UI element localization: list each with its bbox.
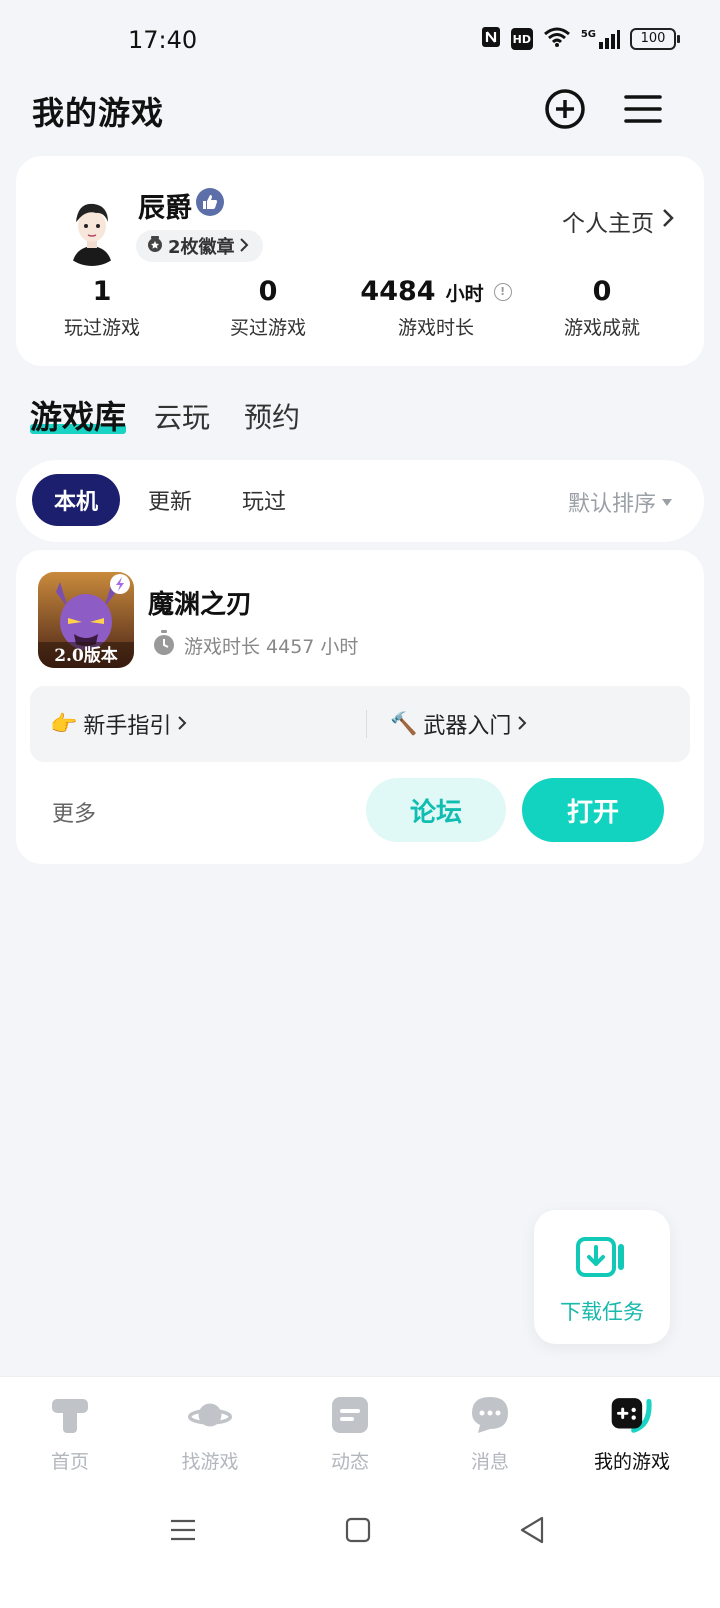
stat-number: 0 xyxy=(592,276,612,307)
profile-card: 辰爵 2枚徽章 个人主页 1 玩过游戏 0 买过游戏 4484 小时 ! 游戏时… xyxy=(16,156,704,366)
wifi-icon xyxy=(543,26,571,52)
download-icon xyxy=(576,1236,628,1284)
plus-circle-icon xyxy=(544,88,586,134)
open-game-button[interactable]: 打开 xyxy=(522,778,664,842)
nfc-icon xyxy=(481,26,501,52)
download-tasks-label: 下载任务 xyxy=(560,1300,644,1324)
stat-number: 1 xyxy=(92,276,112,307)
planet-icon xyxy=(188,1393,232,1437)
stat-unit: 小时 xyxy=(445,283,484,305)
medal-icon xyxy=(146,235,164,258)
game-play-time-label: 游戏时长 4457 小时 xyxy=(184,636,359,658)
recent-apps-button[interactable] xyxy=(163,1512,203,1552)
thumbs-up-icon xyxy=(196,188,224,216)
home-button[interactable] xyxy=(338,1512,378,1552)
stat-number: 0 xyxy=(258,276,278,307)
stat-games-played[interactable]: 1 玩过游戏 xyxy=(16,276,188,340)
nav-item-feed[interactable]: 动态 xyxy=(290,1393,410,1474)
nav-label: 动态 xyxy=(330,1451,369,1473)
nav-label: 首页 xyxy=(50,1451,89,1473)
stat-label: 游戏成就 xyxy=(563,317,640,339)
game-icon-caption: 2.0版本 xyxy=(54,645,118,666)
weapons-guide-link[interactable]: 🔨 武器入门 xyxy=(390,708,527,740)
stopwatch-icon xyxy=(152,630,176,661)
chat-bubble-icon xyxy=(468,1393,512,1437)
game-icon[interactable]: 2.0版本 xyxy=(38,572,134,668)
chevron-right-icon xyxy=(177,712,187,737)
info-icon[interactable]: ! xyxy=(493,282,512,301)
network-type: 5G xyxy=(580,29,596,40)
status-icons: HD 5G 100 xyxy=(481,26,680,52)
tab-reservations[interactable]: 预约 xyxy=(244,396,300,436)
pointing-hand-icon: 👉 xyxy=(50,711,78,737)
signal-icon: 5G xyxy=(581,29,620,49)
stat-achievements[interactable]: 0 游戏成就 xyxy=(516,276,688,340)
nav-label: 找游戏 xyxy=(181,1451,239,1473)
stat-label: 游戏时长 xyxy=(397,317,474,339)
username: 辰爵 xyxy=(138,193,192,224)
game-title[interactable]: 魔渊之刃 xyxy=(148,584,252,621)
tab-game-library[interactable]: 游戏库 xyxy=(30,392,126,438)
beginner-guide-link[interactable]: 👉 新手指引 xyxy=(50,708,187,740)
gamepad-icon xyxy=(610,1393,654,1437)
more-button[interactable]: 更多 xyxy=(52,796,96,828)
status-time: 17:40 xyxy=(128,26,198,54)
stat-number: 4484 xyxy=(360,276,436,307)
guide-row: 👉 新手指引 🔨 武器入门 xyxy=(30,686,690,762)
hd-icon: HD xyxy=(510,28,533,50)
profile-homepage-link[interactable]: 个人主页 xyxy=(562,204,674,238)
beginner-guide-label: 新手指引 xyxy=(83,714,172,739)
stat-play-time[interactable]: 4484 小时 ! 游戏时长 xyxy=(350,276,522,340)
nav-item-my-games[interactable]: 我的游戏 xyxy=(572,1393,692,1474)
game-card: 2.0版本 魔渊之刃 游戏时长 4457 小时 👉 新手指引 🔨 武器入门 更多 xyxy=(16,550,704,864)
badge-count-pill[interactable]: 2枚徽章 xyxy=(136,230,263,262)
page-title: 我的游戏 xyxy=(32,94,165,132)
nav-item-messages[interactable]: 消息 xyxy=(430,1393,550,1474)
forum-button[interactable]: 论坛 xyxy=(366,778,506,842)
filter-chip-updates[interactable]: 更新 xyxy=(126,474,214,526)
menu-lines-icon xyxy=(170,1518,196,1546)
game-play-time: 游戏时长 4457 小时 xyxy=(152,630,358,661)
chevron-right-icon xyxy=(239,236,249,257)
stat-value: 0 xyxy=(182,276,354,307)
stat-label: 买过游戏 xyxy=(229,317,306,339)
nav-label: 消息 xyxy=(470,1451,509,1473)
nav-item-home[interactable]: 首页 xyxy=(10,1393,130,1474)
guide-divider xyxy=(366,710,367,738)
nav-label: 我的游戏 xyxy=(593,1451,670,1473)
sort-dropdown[interactable]: 默认排序 xyxy=(568,486,672,518)
chevron-right-icon xyxy=(517,712,527,737)
square-icon xyxy=(345,1517,371,1547)
stat-games-bought[interactable]: 0 买过游戏 xyxy=(182,276,354,340)
profile-homepage-label: 个人主页 xyxy=(562,211,654,237)
add-game-button[interactable] xyxy=(542,88,588,134)
badge-count-label: 2枚徽章 xyxy=(168,237,235,258)
filter-chip-played[interactable]: 玩过 xyxy=(220,474,308,526)
avatar[interactable] xyxy=(56,194,128,266)
weapons-guide-label: 武器入门 xyxy=(423,714,512,739)
status-bar: 17:40 HD 5G 100 xyxy=(0,0,720,80)
filter-chip-local[interactable]: 本机 xyxy=(32,474,121,526)
feed-icon xyxy=(328,1393,372,1437)
download-tasks-button[interactable]: 下载任务 xyxy=(534,1210,670,1344)
stat-value: 1 xyxy=(16,276,188,307)
hamburger-menu-icon xyxy=(624,93,662,129)
stat-value: 4484 小时 ! xyxy=(350,276,522,307)
nav-item-find-games[interactable]: 找游戏 xyxy=(150,1393,270,1474)
stat-label: 玩过游戏 xyxy=(63,317,140,339)
hammer-icon: 🔨 xyxy=(390,711,418,737)
back-button[interactable] xyxy=(512,1512,552,1552)
back-triangle-icon xyxy=(519,1516,545,1548)
sort-label: 默认排序 xyxy=(567,492,656,517)
bottom-nav: 首页 找游戏 动态 消息 我的游戏 xyxy=(0,1376,720,1488)
tab-cloud-play[interactable]: 云玩 xyxy=(154,396,210,436)
filter-bar: 本机 更新 玩过 默认排序 xyxy=(16,460,704,542)
battery-indicator: 100 xyxy=(630,28,680,50)
caret-down-icon xyxy=(662,498,672,506)
system-nav-bar xyxy=(0,1488,720,1608)
chevron-right-icon xyxy=(662,208,674,234)
home-t-icon xyxy=(48,1393,92,1437)
stat-value: 0 xyxy=(516,276,688,307)
menu-button[interactable] xyxy=(620,88,666,134)
